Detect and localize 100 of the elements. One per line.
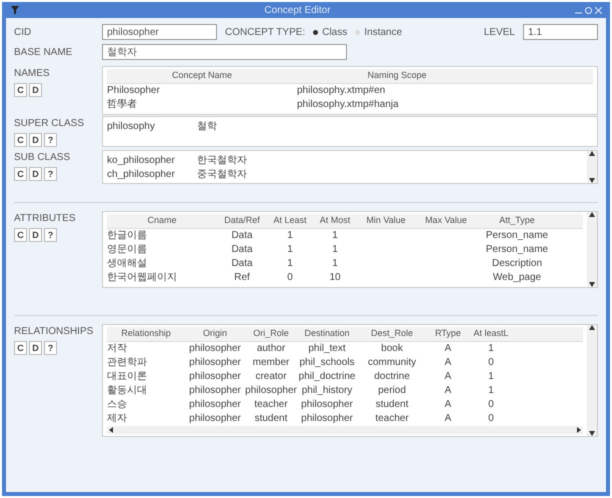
radio-option[interactable]: Class <box>313 24 348 40</box>
section-button[interactable]: D <box>29 341 42 355</box>
section-button[interactable]: C <box>14 133 27 147</box>
table-cell-text: teacher <box>374 412 410 426</box>
section-button[interactable]: ? <box>44 228 57 242</box>
input-field[interactable]: philosopher <box>102 24 217 40</box>
table-cell-text: Description <box>490 257 544 271</box>
table-cell-text: 저작 <box>107 342 128 356</box>
down-arrow-icon[interactable] <box>589 430 595 436</box>
window-title: Concept Editor <box>264 4 331 18</box>
table-cell-text: Person_name <box>484 229 550 243</box>
table-cell-text: member <box>252 356 290 370</box>
table-cell-text: A <box>444 412 452 426</box>
section-button[interactable]: ? <box>44 341 57 355</box>
table-cell-text: philosopher <box>188 370 242 384</box>
input-field[interactable]: 1.1 <box>523 24 598 40</box>
table-cell-text: phil_schools <box>298 356 356 370</box>
column-header[interactable]: Naming Scope <box>297 69 497 82</box>
table-cell-text: 한국철학자 <box>197 154 248 168</box>
table-cell-text: 1 <box>331 229 339 243</box>
section-button[interactable]: C <box>14 228 27 242</box>
table-cell-text: philosophy <box>107 120 156 134</box>
table-cell-text: Person_name <box>484 243 550 257</box>
right-arrow-icon[interactable] <box>577 426 581 432</box>
input-field[interactable]: 철학자 <box>102 44 347 60</box>
field-label: BASE NAME <box>14 46 74 60</box>
column-header[interactable]: At leastL <box>469 327 513 340</box>
section-button[interactable]: ? <box>44 133 57 147</box>
vertical-scrollbar[interactable] <box>587 151 597 183</box>
table-cell-text: creator <box>254 370 288 384</box>
up-arrow-icon[interactable] <box>589 151 595 156</box>
table-cell-text: philosophy.xtmp#en <box>297 84 386 98</box>
table-cell-text: 한글이름 <box>107 229 148 243</box>
vertical-scrollbar[interactable] <box>587 212 597 286</box>
column-header[interactable]: Max Value <box>415 214 477 228</box>
column-header[interactable]: At Least <box>267 214 313 228</box>
down-arrow-icon[interactable] <box>589 178 595 183</box>
down-arrow-icon[interactable] <box>589 282 595 286</box>
column-header[interactable]: Relationship <box>107 327 185 340</box>
table-cell-text: 10 <box>328 271 342 285</box>
column-header[interactable]: Att_Type <box>477 214 557 228</box>
table-cell-text: Data <box>230 243 254 257</box>
table-cell-text: 대표이론 <box>107 370 148 384</box>
table-cell-text: 중국철학자 <box>197 168 248 182</box>
horizontal-scrollbar[interactable] <box>107 426 583 434</box>
column-header[interactable]: Origin <box>185 327 245 340</box>
section-label: NAMES <box>14 67 51 81</box>
table-cell-text: Web_page <box>492 271 542 285</box>
table-cell-text: 0 <box>487 398 495 412</box>
app-icon <box>10 5 20 15</box>
table-cell-text: philosopher <box>245 384 297 398</box>
section-button[interactable]: D <box>29 228 42 242</box>
table-cell-text: philosopher <box>188 384 242 398</box>
table-cell-text: student <box>374 398 410 412</box>
table-cell-text: Data <box>230 257 254 271</box>
column-header[interactable]: Dest_Role <box>357 327 427 340</box>
field-label: CID <box>14 26 32 40</box>
table-cell-text: community <box>366 356 418 370</box>
column-header[interactable]: At Most <box>313 214 357 228</box>
section-label: RELATIONSHIPS <box>14 325 94 339</box>
section-button[interactable]: C <box>14 167 27 181</box>
table-cell-text: Data <box>230 229 254 243</box>
table-cell-text: Philosopher <box>107 84 161 98</box>
table-cell-text: 1 <box>487 342 495 356</box>
table-cell-text: 제자 <box>107 412 128 426</box>
up-arrow-icon[interactable] <box>589 325 595 330</box>
table-cell-text: 1 <box>487 370 495 384</box>
column-header[interactable]: Data/Ref <box>217 214 267 228</box>
section-button[interactable]: C <box>14 341 27 355</box>
column-header[interactable]: RType <box>427 327 469 340</box>
table-cell-text: 1 <box>286 229 294 243</box>
table-cell-text: book <box>380 342 404 356</box>
column-header[interactable]: Cname <box>107 214 217 228</box>
radio-option[interactable]: Instance <box>355 24 402 40</box>
section-button[interactable]: C <box>14 83 27 97</box>
table-cell-text: A <box>444 356 452 370</box>
table-cell-text: 1 <box>487 384 495 398</box>
section-button[interactable]: D <box>29 167 42 181</box>
table-cell-text: A <box>444 342 452 356</box>
table-cell-text: 0 <box>286 271 294 285</box>
table-cell-text: 1 <box>331 243 339 257</box>
section-label: SUB CLASS <box>14 151 72 165</box>
left-arrow-icon[interactable] <box>109 426 113 432</box>
column-header[interactable]: Ori_Role <box>245 327 297 340</box>
close-icon[interactable] <box>595 6 602 14</box>
section-button[interactable]: ? <box>44 167 57 181</box>
table-cell-text: 스승 <box>107 398 128 412</box>
column-header[interactable]: Concept Name <box>107 69 297 82</box>
column-header[interactable]: Min Value <box>357 214 415 228</box>
vertical-scrollbar[interactable] <box>587 325 597 436</box>
table-cell-text: phil_doctrine <box>298 370 356 384</box>
table-cell-text: philosopher <box>188 356 242 370</box>
table-cell-text: 1 <box>286 243 294 257</box>
section-button[interactable]: D <box>29 83 42 97</box>
table-cell-text: 관련학파 <box>107 356 148 370</box>
section-button[interactable]: D <box>29 133 42 147</box>
table-cell-text: 0 <box>487 356 495 370</box>
column-header[interactable]: Destination <box>297 327 357 340</box>
up-arrow-icon[interactable] <box>589 212 595 217</box>
table-cell-text: phil_text <box>307 342 347 356</box>
